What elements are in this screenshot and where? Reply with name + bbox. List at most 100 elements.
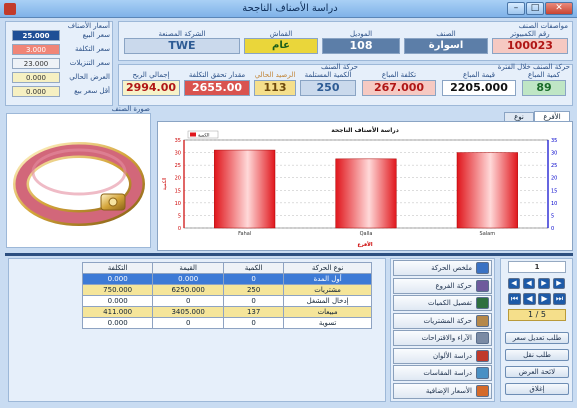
cell-value: 0 <box>152 317 225 329</box>
cost-price-label: سعر التكلفة <box>75 45 110 53</box>
tool-label: الأسعار الإضافية <box>425 386 472 395</box>
tool-label: حركة الفروع <box>435 281 472 290</box>
current-balance-field[interactable]: 113 <box>254 80 296 96</box>
tool-button-8[interactable]: الأسعار الإضافية <box>393 382 492 399</box>
cell-qty: 0 <box>223 273 285 285</box>
table-row[interactable]: 411.000 3405.000 137 مبيعات <box>81 306 372 318</box>
discount-price-field[interactable]: 23.000 <box>12 58 60 69</box>
tool-button-7[interactable]: دراسة المقاسات <box>393 365 492 381</box>
prev-page-icon[interactable]: ◀ <box>523 293 536 305</box>
record-counter: 1 / 5 <box>508 309 566 321</box>
manufacturer-label: الشركة المصنعة <box>158 30 206 38</box>
cell-value: 3405.000 <box>152 306 225 318</box>
cell-cost: 0.000 <box>81 317 154 329</box>
cell-type: أول المدة <box>283 273 372 285</box>
current-offer-field[interactable]: 0.000 <box>12 72 60 83</box>
cost-realized-label: مقدار تحقق التكلفة <box>188 71 246 79</box>
prices-header: أسعار الأصناف <box>67 22 110 30</box>
y-tick-label: 35 <box>175 138 181 144</box>
bar <box>456 152 518 229</box>
bar <box>335 158 397 229</box>
legend-swatch <box>190 132 196 137</box>
total-profit-field[interactable]: 2994.00 <box>122 80 180 96</box>
y2-tick-label: 5 <box>551 213 554 219</box>
total-profit-label: إجمالي الربح <box>132 71 170 79</box>
y-tick-label: 15 <box>175 188 181 194</box>
sale-price-field[interactable]: 25.000 <box>12 30 60 41</box>
qty-received-field[interactable]: 250 <box>300 80 356 96</box>
prev-record-icon[interactable]: ◀ <box>523 278 535 289</box>
transfer-request-button[interactable]: طلب نقل <box>505 349 569 361</box>
manufacturer-field[interactable]: TWE <box>124 38 240 54</box>
tool-label: حركة المشتريات <box>423 316 472 325</box>
cost-realized-field[interactable]: 2655.00 <box>184 80 250 96</box>
model-label: الموديل <box>349 30 373 38</box>
table-row[interactable]: 0.000 0 0 تسوية <box>81 317 372 329</box>
cell-cost: 0.000 <box>81 273 154 285</box>
qty-sold-field[interactable]: 89 <box>522 80 566 96</box>
minimize-button[interactable]: – <box>507 2 525 15</box>
app-icon <box>4 3 16 15</box>
movement-table[interactable]: التكلفة القيمة الكمية نوع الحركة 0.000 0.… <box>81 262 372 329</box>
tool-button-6[interactable]: دراسة الألوان <box>393 347 492 364</box>
y2-tick-label: 10 <box>551 201 557 207</box>
image-label: صورة الصنف <box>111 105 150 113</box>
table-row[interactable]: 0.000 0.000 0 أول المدة <box>81 273 372 285</box>
tool-button-5[interactable]: الآراء والاقتراحات <box>393 330 492 346</box>
feedback-icon <box>476 332 489 344</box>
col-cost: التكلفة <box>81 262 154 274</box>
record-no-field[interactable]: 1 <box>508 261 566 273</box>
maximize-button[interactable]: □ <box>526 2 544 15</box>
tool-button-1[interactable]: ملخص الحركة <box>393 260 492 276</box>
legend-label: الكمية <box>198 133 209 139</box>
tool-button-4[interactable]: حركة المشتريات <box>393 312 492 329</box>
close-window-button[interactable]: ✕ <box>545 2 573 15</box>
tool-button-2[interactable]: حركة الفروع <box>393 277 492 294</box>
window-title: دراسة الأصناف الناجحة <box>242 3 338 14</box>
first-page-icon[interactable]: ⏮ <box>508 293 521 305</box>
cost-sold-field[interactable]: 267.000 <box>362 80 436 96</box>
first-record-icon[interactable]: ◀ <box>508 278 520 289</box>
x-axis-label: الأفرع <box>357 241 373 248</box>
extra-prices-icon <box>476 384 489 397</box>
last-record-icon[interactable]: ▶ <box>553 278 565 289</box>
value-sold-label: قيمة المباع <box>462 71 496 79</box>
close-button[interactable]: إغلاق <box>505 383 569 395</box>
cell-type: تسوية <box>283 317 372 329</box>
y-tick-label: 20 <box>175 176 181 182</box>
display-list-button[interactable]: لائحة العرض <box>505 366 569 378</box>
computer-no-label: رقم الكمبيوتر <box>510 30 550 38</box>
material-field[interactable]: عام <box>244 38 318 54</box>
y-tick-label: 30 <box>175 151 181 157</box>
table-row[interactable]: 0.000 0 0 إدخال المشغل <box>81 295 372 307</box>
next-record-icon[interactable]: ▶ <box>538 278 550 289</box>
current-offer-label: العرض الحالي <box>69 73 110 81</box>
y2-tick-label: 30 <box>551 151 557 157</box>
tool-label: الآراء والاقتراحات <box>421 334 472 342</box>
sale-price-label: سعر البيع <box>82 31 110 39</box>
last-page-icon[interactable]: ⏭ <box>553 293 566 305</box>
cost-price-field[interactable]: 3.000 <box>12 44 60 55</box>
product-image[interactable] <box>6 113 151 248</box>
value-sold-field[interactable]: 2205.000 <box>442 80 516 96</box>
model-field[interactable]: 108 <box>322 38 400 54</box>
category-field[interactable]: اسوارة <box>404 38 488 54</box>
cell-value: 0 <box>152 295 225 307</box>
min-sale-price-field[interactable]: 0.000 <box>12 86 60 97</box>
tool-label: دراسة المقاسات <box>423 369 472 377</box>
qty-sold-label: كمية المباع <box>527 71 561 79</box>
next-page-icon[interactable]: ▶ <box>538 293 551 305</box>
cell-qty: 137 <box>223 306 285 318</box>
col-type: نوع الحركة <box>283 262 372 274</box>
x-tick-label: Salam <box>480 231 496 237</box>
computer-no-field[interactable]: 100023 <box>492 38 568 54</box>
price-change-request-button[interactable]: طلب تعديل سعر <box>505 332 569 344</box>
branches-icon <box>476 279 489 292</box>
section-divider <box>5 253 573 256</box>
bar-chart: 0 0 5 5 10 10 15 15 20 20 25 25 30 30 35 35 Fahal Qalla Sa… <box>162 126 557 248</box>
cell-type: مبيعات <box>283 306 372 318</box>
table-row[interactable]: 750.000 6250.000 250 مشتريات <box>81 284 372 296</box>
tool-button-3[interactable]: تفصيل الكميات <box>393 295 492 311</box>
category-label: الصنف <box>436 30 456 38</box>
y2-tick-label: 35 <box>551 138 557 144</box>
